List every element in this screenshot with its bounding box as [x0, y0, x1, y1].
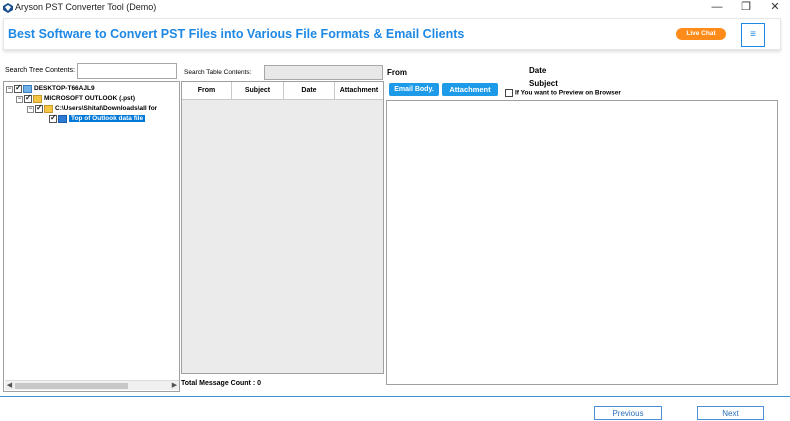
hamburger-icon: ≡: [750, 29, 756, 40]
browser-preview-option[interactable]: If You want to Preview on Browser: [505, 89, 621, 97]
next-button[interactable]: Next: [697, 406, 764, 420]
tree-node-computer[interactable]: − DESKTOP-T66AJL9: [6, 83, 95, 94]
from-label: From: [387, 68, 407, 77]
folder-icon: [33, 95, 42, 103]
table-search-input[interactable]: [264, 65, 383, 80]
scroll-left-icon[interactable]: ◀: [5, 381, 14, 391]
column-header-attachment[interactable]: Attachment: [335, 82, 383, 99]
restore-button[interactable]: ❐: [735, 0, 757, 16]
scroll-right-icon[interactable]: ▶: [170, 381, 179, 391]
email-body-tab[interactable]: Email Body.: [389, 83, 439, 96]
collapse-icon[interactable]: −: [27, 105, 34, 113]
tree-checkbox[interactable]: [14, 83, 22, 93]
attachment-tab[interactable]: Attachment: [442, 83, 498, 96]
window-title: Aryson PST Converter Tool (Demo): [15, 2, 157, 12]
live-chat-button[interactable]: Live Chat: [676, 28, 726, 40]
collapse-icon[interactable]: −: [16, 95, 23, 103]
browser-preview-label: If You want to Preview on Browser: [515, 89, 621, 97]
tree-search-input[interactable]: [77, 63, 177, 79]
tree-node-outlook[interactable]: − MICROSOFT OUTLOOK (.pst): [16, 93, 135, 104]
tree-checkbox[interactable]: [35, 103, 43, 113]
tree-node-label: MICROSOFT OUTLOOK (.pst): [44, 95, 135, 102]
title-bar: Aryson PST Converter Tool (Demo) — ❐ ✕: [0, 0, 790, 16]
collapse-icon[interactable]: −: [6, 85, 13, 93]
tree-node-label: C:\Users\Shital\Downloads\all for: [55, 105, 158, 112]
folder-icon: [44, 105, 53, 113]
scrollbar-thumb[interactable]: [15, 383, 128, 389]
column-header-subject[interactable]: Subject: [232, 82, 284, 99]
app-logo-icon: [3, 3, 13, 13]
tree-horizontal-scrollbar[interactable]: ◀ ▶: [5, 380, 179, 390]
browser-preview-checkbox[interactable]: [505, 89, 513, 97]
tree-checkbox[interactable]: [49, 113, 57, 123]
banner-headline: Best Software to Convert PST Files into …: [8, 27, 465, 41]
close-button[interactable]: ✕: [764, 0, 786, 16]
previous-button[interactable]: Previous: [594, 406, 662, 420]
email-preview-panel: [386, 100, 778, 385]
table-header: From Subject Date Attachment: [182, 82, 383, 100]
column-header-from[interactable]: From: [182, 82, 232, 99]
hamburger-menu-button[interactable]: ≡: [741, 23, 765, 47]
computer-icon: [23, 85, 32, 93]
tree-node-label: DESKTOP-T66AJL9: [34, 85, 95, 92]
footer-bar: [0, 396, 790, 419]
tree-checkbox[interactable]: [24, 93, 32, 103]
table-search-label: Search Table Contents:: [184, 69, 252, 76]
tree-node-label-selected: Top of Outlook data file: [69, 115, 146, 122]
tree-search-label: Search Tree Contents:: [5, 67, 76, 74]
header-banner: Best Software to Convert PST Files into …: [3, 18, 781, 50]
file-icon: [58, 115, 67, 123]
column-header-date[interactable]: Date: [284, 82, 335, 99]
tree-node-top-of-outlook[interactable]: Top of Outlook data file: [49, 113, 146, 124]
tree-node-pst-path[interactable]: − C:\Users\Shital\Downloads\all for: [27, 103, 158, 114]
date-label: Date: [529, 66, 547, 75]
total-message-count: Total Message Count : 0: [181, 380, 261, 387]
minimize-button[interactable]: —: [706, 0, 728, 16]
subject-label: Subject: [529, 79, 558, 88]
message-table: From Subject Date Attachment: [181, 81, 384, 374]
folder-tree-panel: − DESKTOP-T66AJL9 − MICROSOFT OUTLOOK (.ps…: [3, 81, 180, 392]
